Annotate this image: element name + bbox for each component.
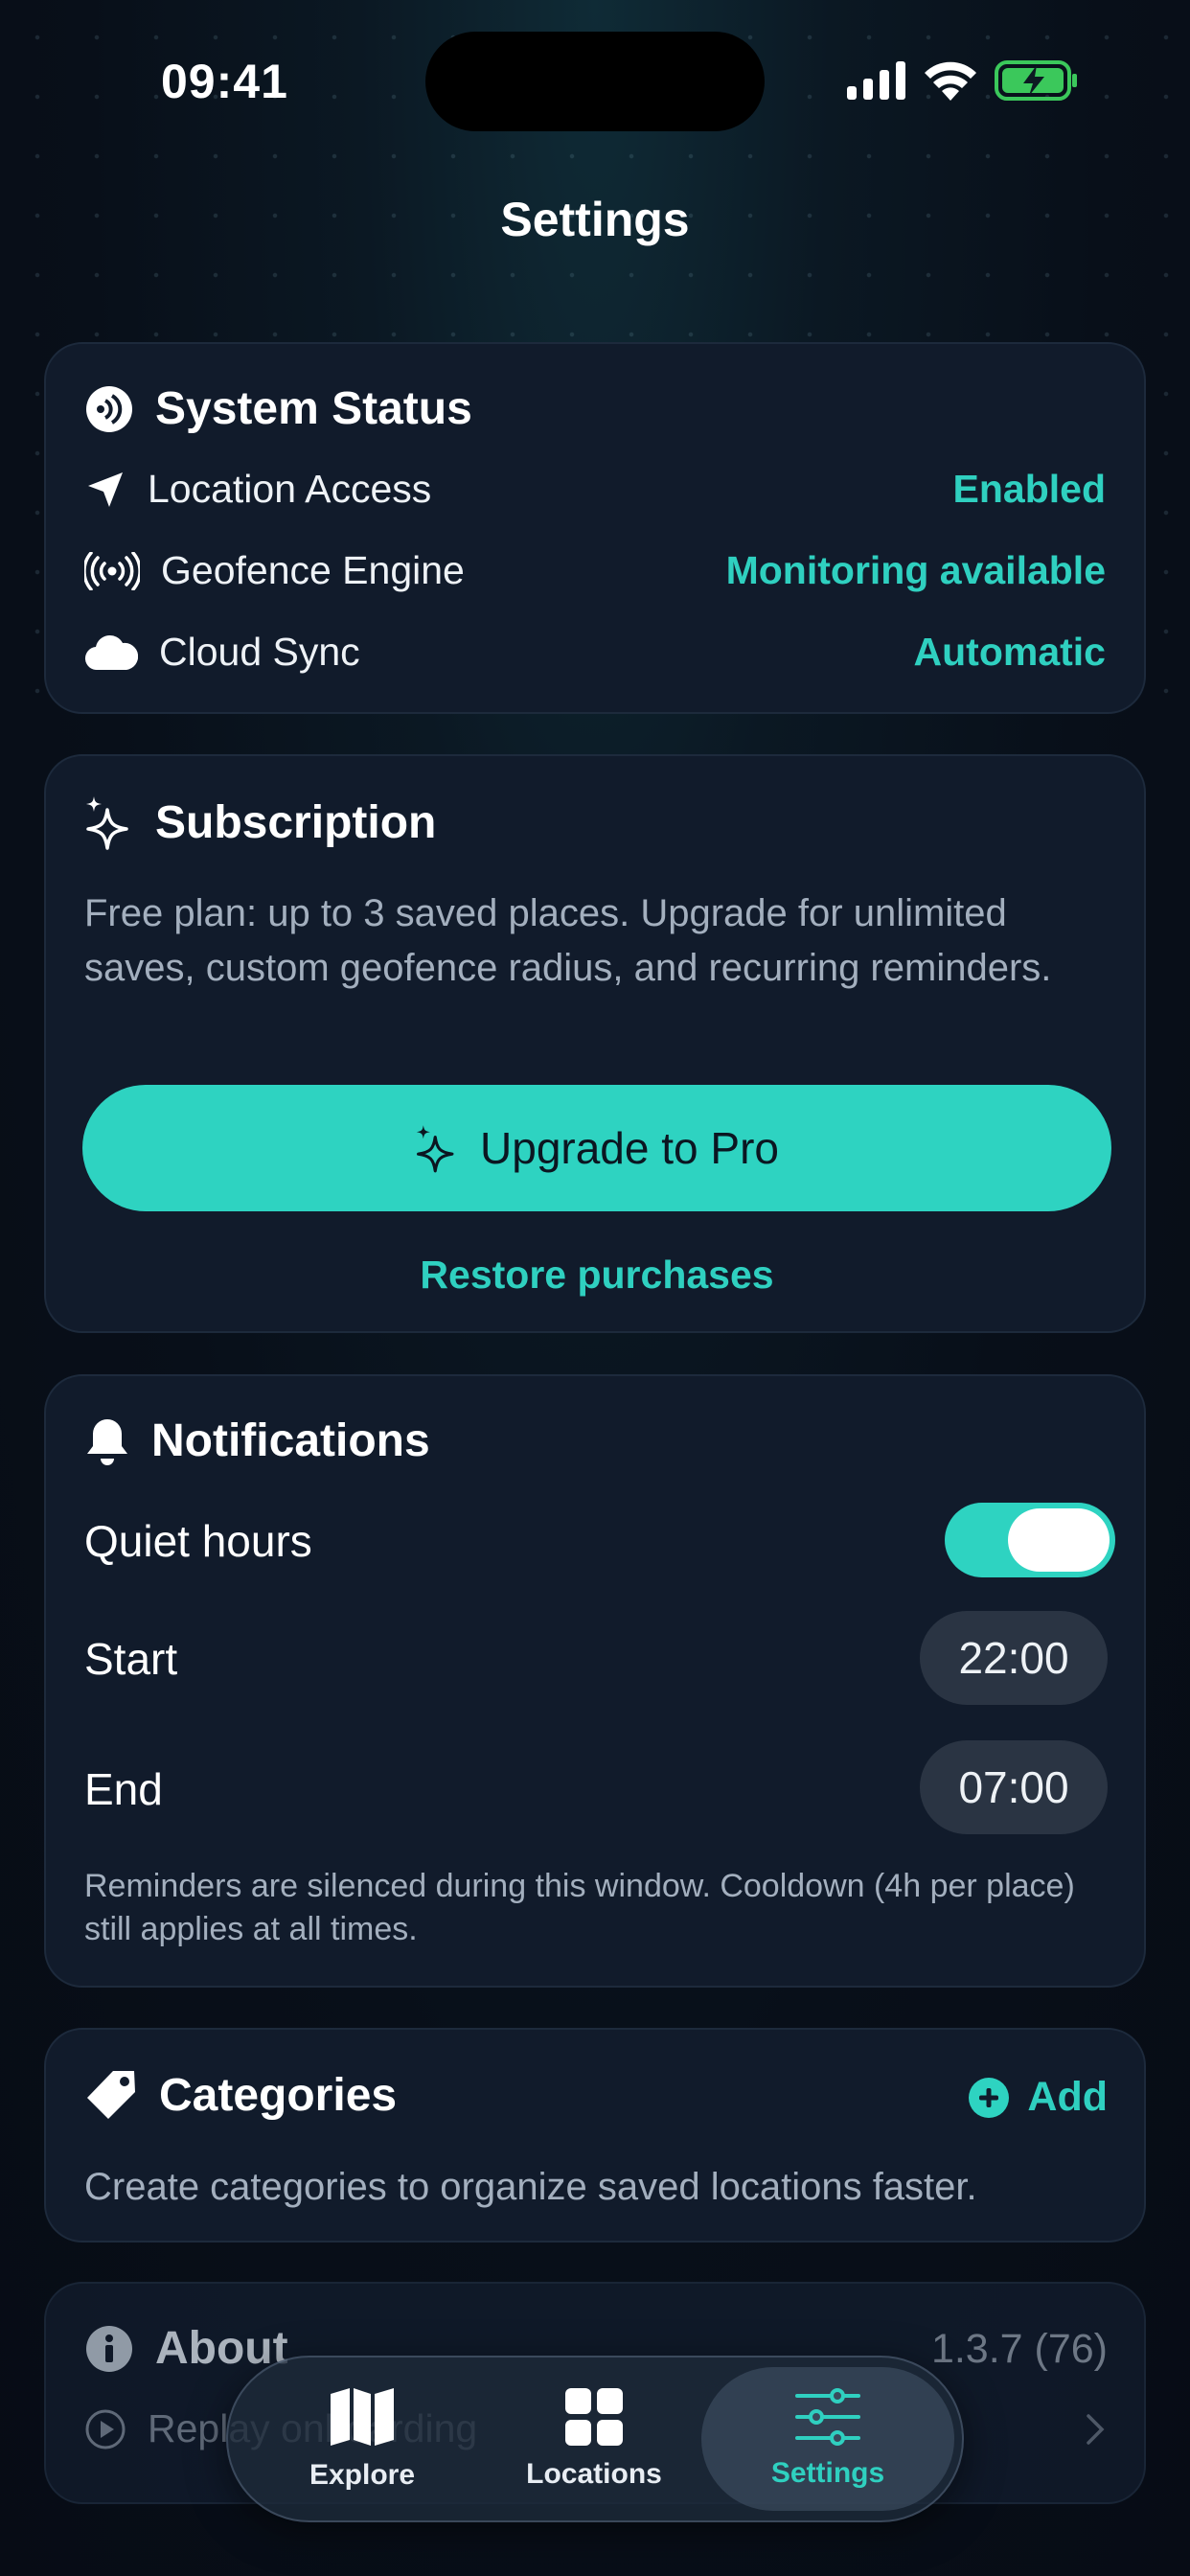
status-label: Location Access <box>148 467 432 511</box>
grid-icon <box>565 2388 623 2446</box>
status-bar: 09:41 <box>0 0 1190 163</box>
subscription-title: Subscription <box>155 796 437 848</box>
system-status-title: System Status <box>155 383 472 434</box>
subscription-header: Subscription <box>84 794 436 850</box>
broadcast-icon <box>84 551 140 590</box>
wifi-icon <box>925 61 976 101</box>
status-label: Geofence Engine <box>161 548 465 592</box>
dynamic-island <box>425 32 765 131</box>
status-value: Monitoring available <box>725 548 1106 592</box>
notifications-header: Notifications <box>84 1414 430 1467</box>
sparkles-icon <box>86 796 128 850</box>
battery-charging-icon <box>995 60 1077 101</box>
categories-header: Categories <box>84 2068 397 2122</box>
bell-icon <box>87 1418 127 1465</box>
tab-bar: Explore Locations Settings <box>226 2356 964 2522</box>
tab-settings[interactable]: Settings <box>701 2367 954 2511</box>
notifications-title: Notifications <box>151 1415 430 1466</box>
status-value: Enabled <box>952 467 1106 511</box>
location-arrow-icon <box>88 472 123 507</box>
system-status-card: System Status Location Access Enabled Ge… <box>44 342 1146 714</box>
tag-icon <box>87 2071 135 2119</box>
play-circle-icon <box>85 2409 126 2449</box>
cloud-icon <box>85 634 138 670</box>
tab-label: Settings <box>770 2457 885 2489</box>
plus-circle-icon <box>969 2077 1010 2118</box>
status-row-cloud: Cloud Sync Automatic <box>84 630 1106 675</box>
quiet-hours-toggle[interactable] <box>945 1503 1115 1577</box>
end-time-picker[interactable]: 07:00 <box>920 1740 1108 1834</box>
cellular-signal-icon <box>847 61 905 100</box>
start-time-picker[interactable]: 22:00 <box>920 1611 1108 1705</box>
subscription-description: Free plan: up to 3 saved places. Upgrade… <box>84 892 1052 989</box>
start-label: Start <box>84 1634 178 1684</box>
status-icons <box>847 59 1079 102</box>
add-category-button[interactable]: Add <box>968 2074 1108 2121</box>
quiet-hours-note: Reminders are silenced during this windo… <box>84 1868 1075 1947</box>
status-row-location: Location Access Enabled <box>84 467 1106 512</box>
upgrade-label: Upgrade to Pro <box>480 1123 779 1173</box>
end-label: End <box>84 1764 163 1814</box>
toggle-knob <box>1008 1508 1110 1572</box>
system-status-header: System Status <box>84 382 472 435</box>
add-label: Add <box>1027 2074 1108 2120</box>
status-signal-icon <box>86 385 132 432</box>
status-label: Cloud Sync <box>159 630 360 674</box>
quiet-hours-label: Quiet hours <box>84 1516 312 1566</box>
subscription-card: Subscription Free plan: up to 3 saved pl… <box>44 754 1146 1333</box>
sparkles-icon <box>416 1125 454 1173</box>
tab-label: Locations <box>526 2458 662 2490</box>
categories-card: Categories Add Create categories to orga… <box>44 2028 1146 2242</box>
page-title: Settings <box>500 193 690 246</box>
sliders-icon <box>795 2388 860 2446</box>
map-icon <box>331 2388 394 2446</box>
categories-title: Categories <box>159 2069 398 2121</box>
status-row-geofence: Geofence Engine Monitoring available <box>84 548 1106 593</box>
upgrade-to-pro-button[interactable]: Upgrade to Pro <box>82 1085 1111 1211</box>
status-time: 09:41 <box>161 55 288 108</box>
status-value: Automatic <box>913 630 1106 674</box>
tab-explore[interactable]: Explore <box>247 2367 477 2511</box>
restore-purchases-link[interactable]: Restore purchases <box>46 1253 1148 1298</box>
notifications-card: Notifications Quiet hours Start 22:00 En… <box>44 1374 1146 1988</box>
tab-locations[interactable]: Locations <box>479 2367 709 2511</box>
chevron-right-icon <box>1087 2413 1105 2445</box>
info-icon <box>86 2325 132 2372</box>
tab-label: Explore <box>309 2459 416 2491</box>
app-version: 1.3.7 (76) <box>930 2326 1108 2372</box>
categories-description: Create categories to organize saved loca… <box>84 2166 977 2208</box>
